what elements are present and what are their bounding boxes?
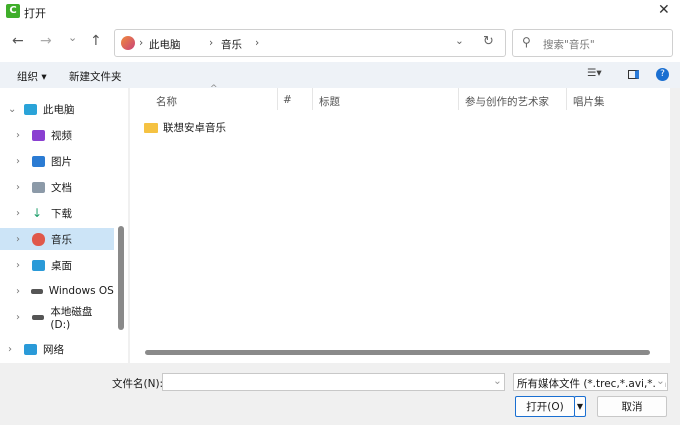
new-folder-button[interactable]: 新建文件夹 (69, 69, 122, 84)
vertical-scrollbar[interactable] (118, 226, 124, 330)
tree-label: 网络 (43, 343, 64, 356)
file-name: 联想安卓音乐 (163, 122, 226, 134)
file-type-select[interactable]: 所有媒体文件 (*.trec,*.avi,*.mp ⌄ (513, 373, 668, 391)
desktop-icon (32, 259, 45, 271)
tree-label: 视频 (51, 129, 72, 142)
breadcrumb-music[interactable]: 音乐 (221, 37, 242, 52)
help-icon[interactable]: ? (656, 68, 669, 81)
organize-button[interactable]: 组织 ▾ (17, 69, 47, 84)
column-contributing-artists[interactable]: 参与创作的艺术家 (465, 94, 549, 109)
tree-item-drive-d[interactable]: › 本地磁盘 (D:) (0, 305, 114, 331)
bottom-panel: 文件名(N): ⌄ 所有媒体文件 (*.trec,*.avi,*.mp ⌄ 打开… (0, 363, 680, 425)
address-dropdown-icon[interactable]: ⌄ (455, 35, 464, 47)
app-icon: C (6, 4, 20, 18)
open-button[interactable]: 打开(O) (515, 396, 575, 417)
column-title[interactable]: 标题 (319, 94, 340, 109)
open-dropdown-button[interactable]: ▼ (574, 396, 586, 417)
tree-item-network[interactable]: › 网络 (0, 338, 114, 360)
search-input[interactable]: 搜索"音乐" (512, 29, 673, 57)
video-icon (32, 129, 45, 141)
chevron-down-icon: ⌄ (656, 375, 665, 387)
music-icon (121, 36, 135, 50)
address-bar[interactable]: › 此电脑 › 音乐 › ⌄ ↻ (114, 29, 506, 57)
folder-icon (144, 122, 158, 133)
tree-item-downloads[interactable]: › ↓ 下载 (0, 202, 114, 224)
filename-input[interactable]: ⌄ (162, 373, 505, 391)
tree-label: 本地磁盘 (D:) (50, 305, 93, 331)
filename-label: 文件名(N): (112, 378, 164, 390)
column-name[interactable]: 名称 (156, 94, 177, 109)
pictures-icon (32, 155, 45, 167)
tree-label: 桌面 (51, 259, 72, 272)
file-row[interactable]: 联想安卓音乐 (144, 120, 226, 135)
column-album[interactable]: 唱片集 (573, 94, 605, 109)
refresh-icon[interactable]: ↻ (483, 34, 494, 49)
horizontal-scrollbar[interactable] (145, 350, 650, 355)
forward-button[interactable]: → (40, 33, 52, 49)
documents-icon (32, 181, 45, 193)
download-icon: ↓ (32, 205, 43, 220)
window-title: 打开 (24, 7, 46, 20)
tree-item-music[interactable]: › 音乐 (0, 228, 114, 250)
tree-item-windows-os[interactable]: ›Windows OS ( (0, 280, 114, 302)
tree-item-pictures[interactable]: › 图片 (0, 150, 114, 172)
drive-icon (31, 314, 45, 320)
tree-label: 文档 (51, 181, 72, 194)
tree-item-videos[interactable]: › 视频 (0, 124, 114, 146)
tree-item-this-pc[interactable]: ⌄ 此电脑 (0, 98, 114, 120)
tree-label: Windows OS ( (48, 285, 114, 297)
toolbar: 组织 ▾ 新建文件夹 ☰▾ ? (0, 62, 680, 88)
breadcrumb-this-pc[interactable]: 此电脑 (149, 37, 181, 52)
back-button[interactable]: ← (12, 33, 24, 49)
title-bar: C 打开 ✕ (0, 0, 680, 24)
tree-label: 图片 (51, 155, 72, 168)
cancel-button[interactable]: 取消 (597, 396, 667, 417)
tree-item-desktop[interactable]: › 桌面 (0, 254, 114, 276)
tree-label: 此电脑 (43, 103, 75, 116)
column-number[interactable]: # (283, 94, 292, 106)
network-icon (24, 343, 37, 355)
drive-icon (30, 288, 43, 294)
music-icon (32, 232, 45, 246)
computer-icon (24, 103, 37, 115)
preview-pane-icon[interactable] (628, 70, 639, 79)
file-type-value: 所有媒体文件 (*.trec,*.avi,*.mp (517, 378, 668, 390)
close-button[interactable]: ✕ (658, 2, 670, 18)
search-icon: ⚲ (522, 35, 531, 49)
view-options-icon[interactable]: ☰▾ (587, 67, 602, 79)
tree-label: 下载 (51, 207, 72, 220)
navigation-pane: ⌄ 此电脑 › 视频 › 图片 › 文档 › ↓ 下载 › 音乐 › 桌面 › Windows O… (0, 88, 128, 363)
chevron-down-icon[interactable]: ⌄ (493, 375, 502, 387)
tree-item-documents[interactable]: › 文档 (0, 176, 114, 198)
recent-locations-button[interactable]: ⌄ (68, 31, 77, 44)
sort-ascending-icon: ^ (210, 84, 218, 94)
tree-label: 音乐 (51, 233, 72, 246)
file-list: ^ 名称 # 标题 参与创作的艺术家 唱片集 联想安卓音乐 (130, 84, 670, 363)
up-button[interactable]: ↑ (90, 33, 102, 49)
